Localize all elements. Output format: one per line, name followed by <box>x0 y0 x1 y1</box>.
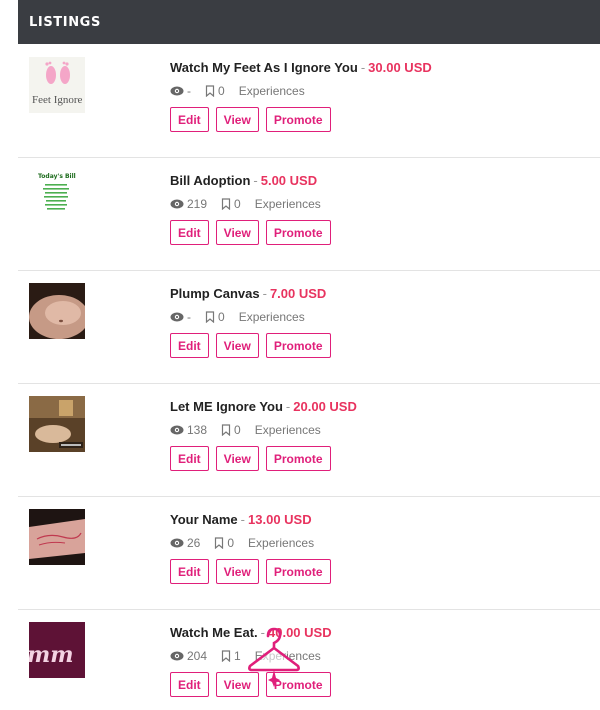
promote-button[interactable]: Promote <box>265 559 331 584</box>
promote-button[interactable]: Promote <box>265 220 331 245</box>
listing-row: Feet Ignore Watch My Feet As I Ignore Yo… <box>18 44 600 158</box>
view-button[interactable]: View <box>215 446 259 471</box>
save-count: 1 <box>234 649 241 663</box>
view-count: 138 <box>187 423 208 437</box>
view-count: - <box>187 84 191 98</box>
save-count: 0 <box>234 423 241 437</box>
listing-row: mm Watch Me Eat. -40.00 USD 204 1 Experie… <box>18 609 600 710</box>
listing-thumbnail[interactable]: Feet Ignore <box>29 57 85 113</box>
listings-panel: LISTINGS Feet Ignore Watch My Feet As I … <box>18 0 600 710</box>
listing-category: Experiences <box>254 423 321 437</box>
edit-button[interactable]: Edit <box>170 107 209 132</box>
listing-row: Your Name -13.00 USD 26 0 Experiences Edi… <box>18 496 600 610</box>
view-count: 204 <box>187 649 208 663</box>
listings-title: LISTINGS <box>29 14 101 30</box>
bookmark-icon <box>205 311 215 323</box>
save-count: 0 <box>227 536 235 550</box>
thumb-text: Today's Bill <box>38 173 76 180</box>
arm-thumbnail-image <box>29 509 85 565</box>
view-count: - <box>187 310 191 324</box>
promote-button[interactable]: Promote <box>265 333 331 358</box>
hanger-icon <box>248 627 300 687</box>
bill-thumbnail-image: Today's Bill <box>29 170 85 226</box>
view-button[interactable]: View <box>215 220 259 245</box>
listing-category: Experiences <box>238 310 305 324</box>
listing-price: 30.00 USD <box>368 60 432 75</box>
listing-thumbnail[interactable] <box>29 509 85 565</box>
listing-title[interactable]: Watch Me Eat. <box>170 625 258 640</box>
listing-thumbnail[interactable]: Today's Bill <box>29 170 85 226</box>
listing-title[interactable]: Let ME Ignore You <box>170 399 283 414</box>
listing-thumbnail[interactable] <box>29 283 85 339</box>
room-thumbnail-image <box>29 396 85 452</box>
feet-thumbnail-image: Feet Ignore <box>29 57 85 113</box>
bookmark-icon <box>221 198 231 210</box>
bookmark-icon <box>215 537 224 549</box>
listing-title[interactable]: Bill Adoption <box>170 173 250 188</box>
view-button[interactable]: View <box>215 333 259 358</box>
listing-price: 20.00 USD <box>293 399 357 414</box>
view-count: 26 <box>187 536 201 550</box>
listing-thumbnail[interactable]: mm <box>29 622 85 678</box>
edit-button[interactable]: Edit <box>170 559 209 584</box>
bookmark-icon <box>221 424 231 436</box>
eye-icon <box>170 199 184 209</box>
eye-icon <box>170 538 184 548</box>
eye-icon <box>170 425 184 435</box>
listing-row: Today's Bill Bill Adoption -5.00 USD 219 … <box>18 157 600 271</box>
edit-button[interactable]: Edit <box>170 672 209 697</box>
listing-price: 7.00 USD <box>269 286 327 301</box>
listing-category: Experiences <box>254 197 321 211</box>
listing-row: Plump Canvas -7.00 USD - 0 Experiences Ed… <box>18 270 600 384</box>
bookmark-icon <box>221 650 231 662</box>
save-count: 0 <box>234 197 241 211</box>
promote-button[interactable]: Promote <box>265 107 331 132</box>
listing-row: Let ME Ignore You -20.00 USD 138 0 Experi… <box>18 383 600 497</box>
view-button[interactable]: View <box>215 107 259 132</box>
thumb-text: mm <box>29 642 74 668</box>
listings-header: LISTINGS <box>18 0 600 44</box>
view-button[interactable]: View <box>215 559 259 584</box>
view-count: 219 <box>187 197 208 211</box>
eat-thumbnail-image: mm <box>29 622 85 678</box>
save-count: 0 <box>218 310 225 324</box>
bookmark-icon <box>205 85 215 97</box>
listing-price: 13.00 USD <box>248 512 312 527</box>
thumb-text: Feet Ignore <box>32 94 83 106</box>
edit-button[interactable]: Edit <box>170 446 209 471</box>
eye-icon <box>170 86 184 96</box>
eye-icon <box>170 312 184 322</box>
listing-title[interactable]: Your Name <box>170 512 238 527</box>
listing-category: Experiences <box>248 536 315 550</box>
edit-button[interactable]: Edit <box>170 220 209 245</box>
eye-icon <box>170 651 184 661</box>
listing-title[interactable]: Watch My Feet As I Ignore You <box>170 60 358 75</box>
belly-thumbnail-image <box>29 283 85 339</box>
promote-button[interactable]: Promote <box>265 446 331 471</box>
listing-title[interactable]: Plump Canvas <box>170 286 260 301</box>
listing-price: 5.00 USD <box>260 173 318 188</box>
listing-thumbnail[interactable] <box>29 396 85 452</box>
edit-button[interactable]: Edit <box>170 333 209 358</box>
listing-category: Experiences <box>238 84 305 98</box>
save-count: 0 <box>218 84 225 98</box>
